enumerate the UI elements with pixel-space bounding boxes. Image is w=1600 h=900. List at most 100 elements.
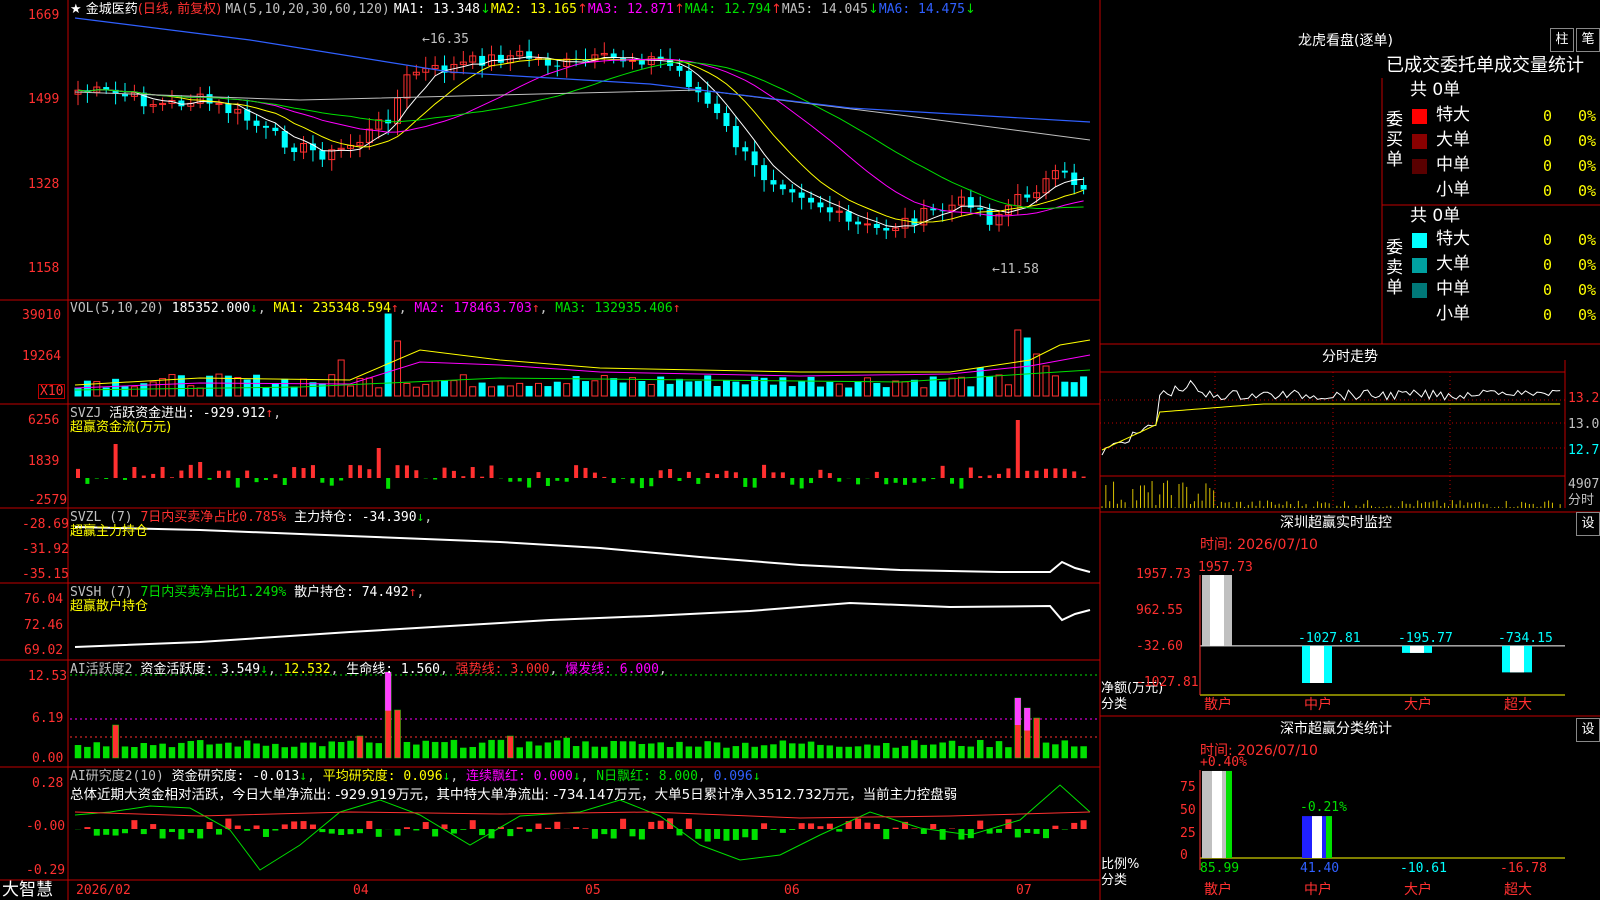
favorite-star-icon[interactable]: ★	[70, 2, 82, 17]
flow-bar	[705, 472, 710, 478]
volume-bar	[234, 376, 242, 397]
activity-bar	[676, 741, 683, 759]
volume-bar	[271, 383, 279, 397]
ai2-summary: 总体近期大资金相对活跃，今日大单净流出: -929.919万元，其中特大单净流出…	[70, 787, 958, 803]
period-mode[interactable]: (日线, 前复权)	[138, 2, 221, 17]
sz-class-xlabel: 分类	[1101, 873, 1128, 888]
volume-bar	[591, 380, 599, 397]
activity-bar	[572, 746, 580, 759]
research-bar	[554, 821, 561, 829]
brand-logo: 大智慧	[2, 880, 53, 900]
svzj-header: SVZJ 活跃资金进出: -929.912↑,	[70, 406, 282, 421]
research-bar	[751, 829, 758, 840]
ai2-v5: 0.096	[713, 769, 753, 784]
activity-peak	[1024, 708, 1031, 731]
research-bar	[685, 818, 692, 829]
flow-bar	[1034, 470, 1039, 478]
activity-bar	[742, 742, 749, 759]
activity-bar	[356, 735, 364, 759]
activity-bar	[431, 741, 439, 759]
flow-bar	[235, 478, 240, 488]
date-label: 07	[1016, 883, 1032, 898]
research-bar	[920, 829, 927, 834]
volume-bar	[976, 367, 984, 397]
sz-class-category: 大户	[1404, 882, 1432, 898]
volume-bar	[450, 380, 458, 397]
flow-bar	[856, 478, 861, 485]
flow-bar	[301, 468, 306, 478]
research-bar	[1071, 822, 1078, 829]
activity-bar	[1005, 747, 1012, 759]
research-bar	[319, 829, 326, 833]
activity-bar	[140, 743, 148, 759]
sz-class-settings-button[interactable]: 设	[1576, 718, 1600, 742]
flow-bar	[893, 478, 898, 483]
research-bar	[742, 829, 749, 838]
candle-body	[808, 197, 815, 203]
activity-bar	[807, 741, 815, 759]
research-bar	[366, 820, 373, 829]
candle-body	[1080, 185, 1087, 190]
vol-arrow: ↓	[250, 301, 258, 316]
candle-body	[272, 127, 279, 132]
vol-value: 185352.000	[171, 301, 251, 316]
flow-bar	[668, 469, 673, 478]
price-tick: 1669	[28, 8, 60, 23]
tick-view-button[interactable]: 笔	[1576, 28, 1600, 52]
activity-bar	[911, 740, 918, 759]
flow-bar	[188, 464, 193, 478]
research-bar	[1043, 829, 1050, 839]
date-label: 06	[784, 883, 800, 898]
sz-monitor-settings-button[interactable]: 设	[1576, 512, 1600, 536]
buy-total: 共 0单	[1410, 80, 1461, 100]
research-bar	[178, 829, 185, 840]
volume-bar	[506, 385, 514, 397]
ai2-research: 资金研究度: -0.013	[171, 769, 300, 784]
candle-body	[253, 120, 260, 126]
ma6-arrow: ↓	[964, 2, 976, 17]
ma4-value: MA4: 12.794	[684, 2, 771, 17]
sz-class-bar-highlight	[1212, 770, 1222, 858]
research-bar	[403, 827, 410, 829]
flow-bar	[771, 472, 776, 478]
volume-bar	[769, 384, 777, 397]
flow-bar	[348, 464, 353, 478]
bar-view-button[interactable]: 柱	[1550, 28, 1574, 52]
volume-bar	[262, 387, 270, 397]
activity-bar	[845, 746, 852, 759]
intraday-tick: 12.76	[1568, 443, 1600, 458]
volume-bar	[375, 387, 383, 397]
research-bar	[159, 829, 166, 839]
activity-bar	[1080, 746, 1087, 759]
activity-bar	[601, 746, 608, 759]
volume-bar	[488, 386, 496, 397]
flow-bar	[85, 478, 90, 484]
flow-bar	[968, 467, 973, 478]
candle-body	[281, 131, 288, 148]
research-bar	[309, 824, 316, 829]
activity-bar	[723, 747, 730, 759]
research-bar	[112, 829, 119, 836]
volume-bar	[159, 378, 167, 397]
activity-bar	[864, 744, 871, 759]
volume-bar	[535, 382, 543, 397]
flow-bar	[1006, 468, 1011, 478]
svsh-tick: 69.02	[24, 643, 64, 658]
flow-bar	[884, 478, 889, 485]
k-line-chart[interactable]	[0, 0, 1600, 900]
activity-bar	[638, 743, 646, 759]
ai2-header: AI研究度2(10) 资金研究度: -0.013↓, 平均研究度: 0.096↓…	[70, 769, 761, 784]
ma2-arrow: ↑	[576, 2, 588, 17]
buy-row-count: 0	[1543, 157, 1553, 175]
intraday-label: 分时	[1568, 493, 1595, 508]
retail-holding-line	[74, 601, 1091, 648]
flow-bar	[310, 465, 315, 478]
buy-row-count: 0	[1543, 182, 1553, 200]
candle-body	[826, 207, 833, 213]
vol-tick: 19264	[22, 349, 62, 364]
flow-bar	[442, 467, 447, 478]
research-bar	[855, 818, 862, 829]
research-bar	[197, 829, 204, 839]
flow-bar	[527, 478, 532, 488]
research-bar	[535, 823, 542, 829]
